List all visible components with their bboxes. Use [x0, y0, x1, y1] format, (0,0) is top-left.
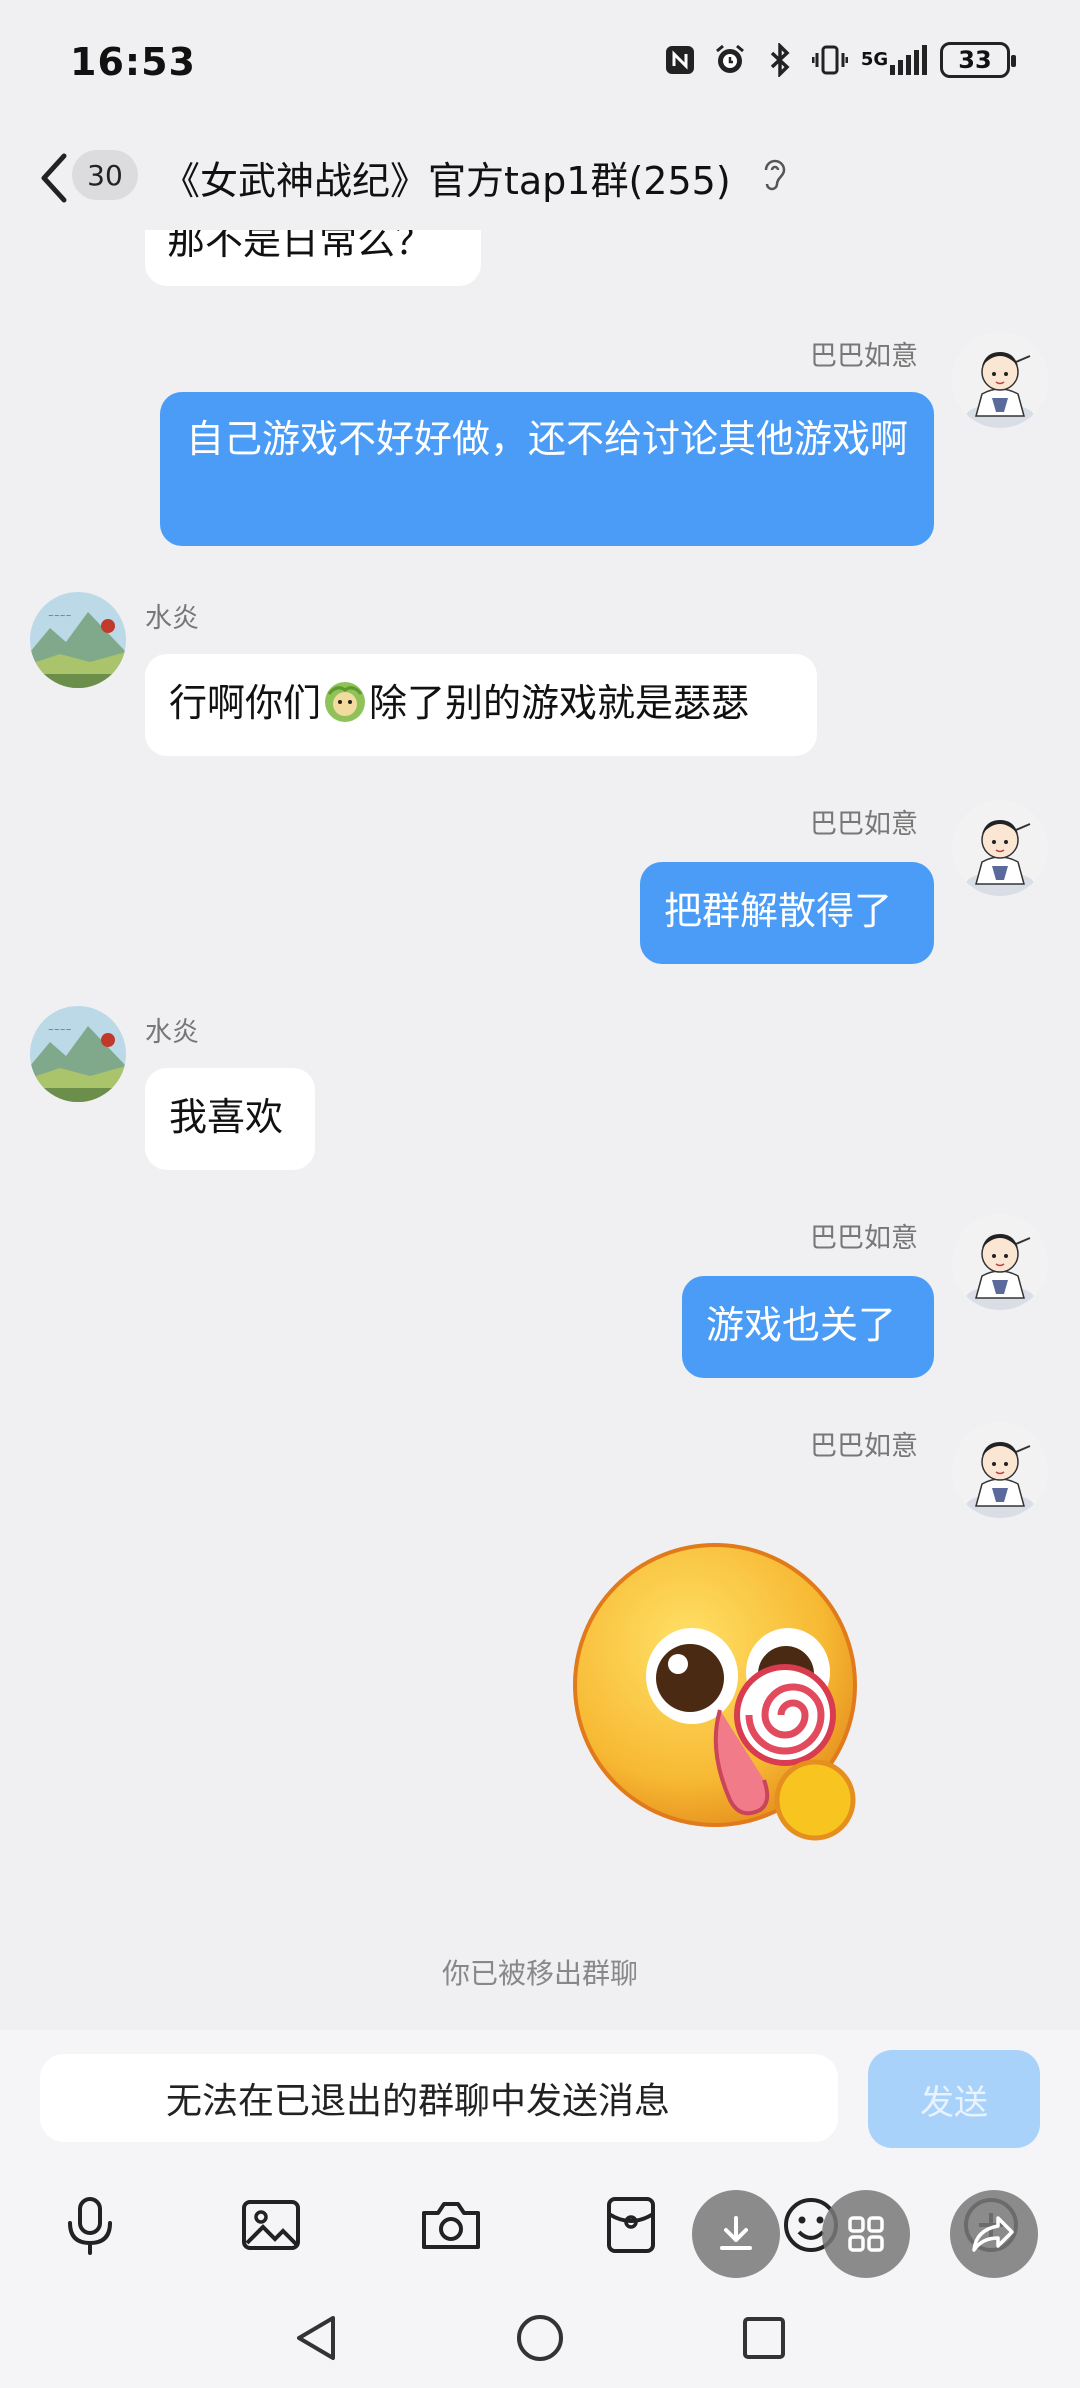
message-text: 游戏也关了 [706, 1303, 897, 1347]
svg-text:~~~~: ~~~~ [48, 612, 72, 620]
image-icon[interactable] [236, 2190, 306, 2260]
red-packet-icon[interactable] [596, 2190, 666, 2260]
avatar[interactable] [952, 332, 1048, 428]
network-type-label: 5G [860, 49, 889, 70]
system-nav-bar [0, 2290, 1080, 2388]
page-title[interactable]: 《女武神战纪》官方tap1群(255) [162, 150, 731, 205]
signal-bars [890, 45, 928, 75]
camera-icon[interactable] [416, 2190, 486, 2260]
message-text: 除了别的游戏就是瑟瑟 [369, 681, 750, 725]
unread-count-badge[interactable]: 30 [72, 150, 138, 200]
bluetooth-icon [762, 42, 798, 78]
avatar-chibi-image [952, 800, 1048, 896]
avatar-landscape-image: ~~~~ [30, 592, 126, 688]
input-toolbar [0, 2190, 1080, 2280]
avatar[interactable]: ~~~~ [30, 1006, 126, 1102]
lollipop-eye-emoji-sticker[interactable] [570, 1540, 870, 1850]
sender-name: 巴巴如意 [810, 1431, 918, 1462]
vibrate-icon [812, 42, 848, 78]
message-text: 自己游戏不好好做，还不给讨论其他游戏啊 [186, 417, 909, 461]
send-button[interactable]: 发送 [868, 2050, 1040, 2148]
sender-name: 巴巴如意 [810, 1223, 918, 1254]
message-bubble-outgoing[interactable]: 把群解散得了 [640, 862, 934, 964]
back-triangle-icon[interactable] [286, 2308, 346, 2368]
signal-icon: 5G [860, 42, 928, 78]
avatar[interactable] [952, 1214, 1048, 1310]
message-bubble-incoming[interactable]: 我喜欢 [145, 1068, 315, 1170]
message-text: 我喜欢 [169, 1095, 284, 1139]
share-icon[interactable] [950, 2190, 1038, 2278]
sender-name: 巴巴如意 [810, 341, 918, 372]
recents-square-icon[interactable] [734, 2308, 794, 2368]
sender-name: 巴巴如意 [810, 809, 918, 840]
cabbage-dog-emoji [323, 680, 367, 724]
avatar-chibi-image [952, 1214, 1048, 1310]
back-icon[interactable] [34, 148, 74, 208]
alarm-icon [712, 42, 748, 78]
status-time: 16:53 [70, 40, 196, 84]
avatar[interactable] [952, 800, 1048, 896]
message-bubble-incoming[interactable]: 行啊你们 除了别的游戏就是瑟瑟 [145, 654, 817, 756]
avatar-chibi-image [952, 332, 1048, 428]
nfc-icon [662, 42, 698, 78]
message-text: 把群解散得了 [664, 889, 893, 933]
sender-name: 水炎 [145, 603, 199, 634]
message-bubble-outgoing[interactable]: 自己游戏不好好做，还不给讨论其他游戏啊 [160, 392, 934, 546]
chat-header: 30 《女武神战纪》官方tap1群(255) [0, 130, 1080, 240]
message-text: 行啊你们 [169, 681, 322, 725]
battery-icon: 33 [940, 42, 1016, 78]
apps-grid-icon[interactable] [822, 2190, 910, 2278]
svg-text:~~~~: ~~~~ [48, 1026, 72, 1034]
status-bar: 16:53 5G 33 [0, 0, 1080, 130]
avatar[interactable] [952, 1422, 1048, 1518]
message-input[interactable]: 无法在已退出的群聊中发送消息 [40, 2054, 838, 2142]
avatar[interactable]: ~~~~ [30, 592, 126, 688]
ear-icon[interactable] [760, 156, 790, 196]
home-circle-icon[interactable] [510, 2308, 570, 2368]
sender-name: 水炎 [145, 1017, 199, 1048]
status-icons: 5G 33 [662, 42, 1016, 78]
message-bubble-outgoing[interactable]: 游戏也关了 [682, 1276, 934, 1378]
avatar-landscape-image: ~~~~ [30, 1006, 126, 1102]
download-icon[interactable] [692, 2190, 780, 2278]
system-tip: 你已被移出群聊 [441, 1957, 638, 1990]
avatar-chibi-image [952, 1422, 1048, 1518]
microphone-icon[interactable] [55, 2190, 125, 2260]
